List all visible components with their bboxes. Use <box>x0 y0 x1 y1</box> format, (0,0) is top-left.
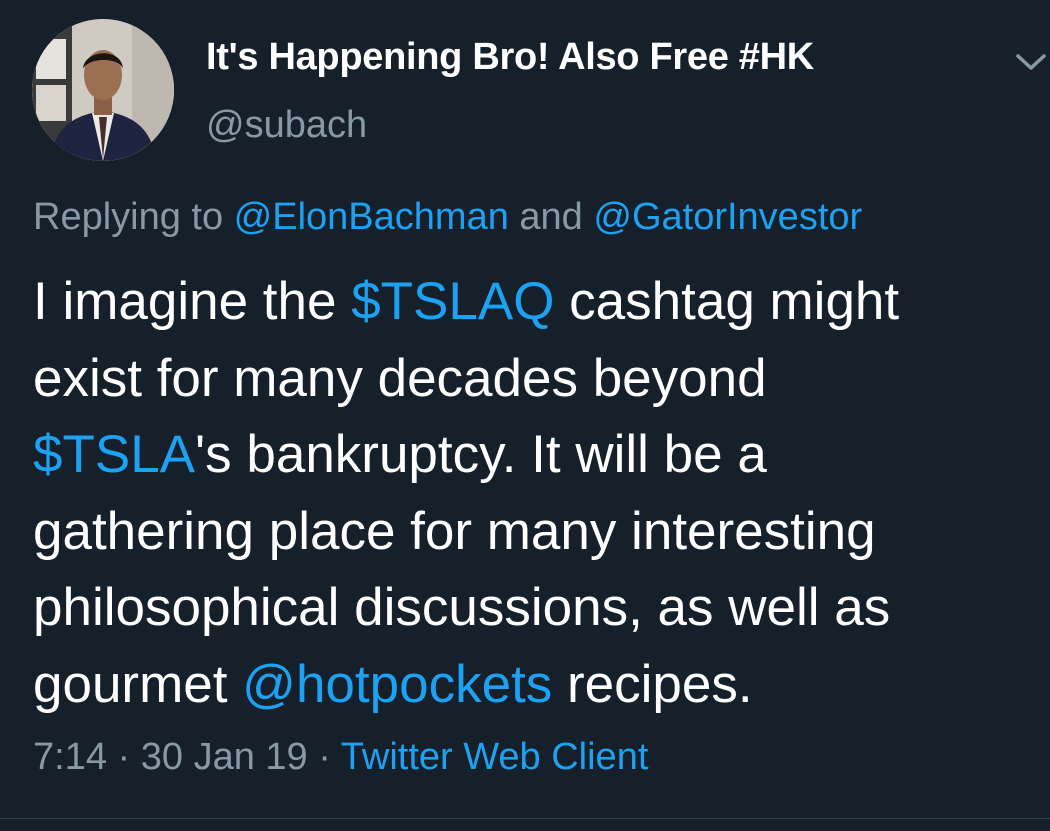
tweet-line: $TSLA's bankruptcy. It will be a <box>33 417 1043 494</box>
tweet-card: It's Happening Bro! Also Free #HK @subac… <box>0 0 1050 831</box>
replying-to-label: Replying to <box>33 196 234 238</box>
tweet-text: I imagine the $TSLAQ cashtag might exist… <box>33 264 1043 723</box>
meta-separator: · <box>106 736 141 778</box>
avatar[interactable] <box>32 19 174 161</box>
tweet-line: I imagine the $TSLAQ cashtag might <box>33 264 1043 341</box>
mention-link-hotpockets[interactable]: @hotpockets <box>242 655 552 714</box>
tweet-text-segment: cashtag might <box>554 272 900 331</box>
tweet-metadata: 7:14 · 30 Jan 19 · Twitter Web Client <box>33 736 648 779</box>
tweet-line: gourmet @hotpockets recipes. <box>33 647 1043 724</box>
tweet-date[interactable]: 30 Jan 19 <box>141 736 308 778</box>
profile-photo-icon <box>32 19 174 161</box>
meta-separator: · <box>307 736 341 778</box>
tweet-line: philosophical discussions, as well as <box>33 578 891 637</box>
chevron-down-icon[interactable] <box>1014 50 1048 74</box>
mention-link-gatorinvestor[interactable]: @GatorInvestor <box>593 196 862 238</box>
author-display-name[interactable]: It's Happening Bro! Also Free #HK <box>206 36 814 79</box>
tweet-text-segment: recipes. <box>552 654 753 714</box>
cashtag-link-tsla[interactable]: $TSLA <box>33 425 195 484</box>
author-handle[interactable]: @subach <box>206 104 367 147</box>
tweet-time[interactable]: 7:14 <box>33 736 107 778</box>
tweet-source-link[interactable]: Twitter Web Client <box>341 736 649 778</box>
tweet-text-segment: 's bankruptcy. It will be a <box>195 425 767 484</box>
tweet-text-segment: I imagine the <box>33 272 352 331</box>
tweet-line: exist for many decades beyond <box>33 348 767 408</box>
tweet-text-segment: gourmet <box>33 654 243 714</box>
mention-link-elonbachman[interactable]: @ElonBachman <box>234 196 509 238</box>
tweet-line: gathering place for many interesting <box>33 501 876 561</box>
divider <box>0 818 1050 819</box>
replying-to: Replying to @ElonBachman and @GatorInves… <box>33 196 862 239</box>
cashtag-link-tslaq[interactable]: $TSLAQ <box>351 272 554 331</box>
replying-to-joiner: and <box>508 196 594 238</box>
